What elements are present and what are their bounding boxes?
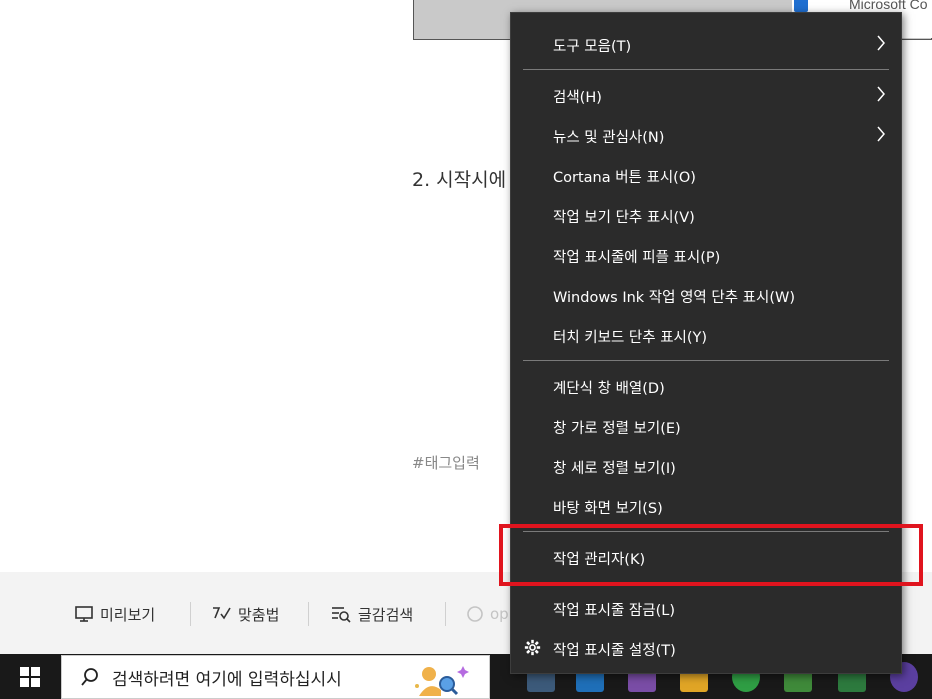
toolbar-divider [190, 602, 191, 626]
menu-item-stacked[interactable]: 창 가로 정렬 보기(E) [511, 408, 903, 444]
monitor-icon [75, 606, 93, 622]
windows-logo-icon [20, 666, 40, 687]
menu-item-label: 작업 보기 단추 표시(V) [553, 210, 695, 226]
search-highlight-icon [415, 666, 469, 696]
menu-item-cascade[interactable]: 계단식 창 배열(D) [511, 368, 903, 404]
image-caption: Microsoft Co [849, 0, 928, 12]
menu-item-taskbar-settings[interactable]: 작업 표시줄 설정(T) [511, 630, 903, 666]
menu-item-side-by-side[interactable]: 창 세로 정렬 보기(I) [511, 448, 903, 484]
spellcheck-icon [213, 607, 231, 620]
menu-item-toolbars[interactable]: 도구 모음(T) [511, 26, 903, 62]
chevron-right-icon [877, 35, 885, 51]
menu-item-label: 도구 모음(T) [553, 39, 632, 55]
menu-item-task-view[interactable]: 작업 보기 단추 표시(V) [511, 197, 903, 233]
chevron-right-icon [877, 126, 885, 142]
gear-icon [524, 639, 541, 656]
faded-circle-icon [467, 606, 483, 622]
menu-item-label: 작업 표시줄 설정(T) [553, 643, 676, 659]
menu-item-cortana[interactable]: Cortana 버튼 표시(O) [511, 157, 903, 193]
preview-button[interactable]: 미리보기 [74, 602, 155, 626]
search-placeholder: 검색하려면 여기에 입력하십시시 [112, 669, 342, 690]
menu-item-news[interactable]: 뉴스 및 관심사(N) [511, 117, 903, 153]
menu-separator [523, 360, 889, 361]
menu-item-label: 창 가로 정렬 보기(E) [553, 421, 681, 437]
menu-item-label: Windows Ink 작업 영역 단추 표시(W) [553, 290, 796, 306]
menu-item-label: 창 세로 정렬 보기(I) [553, 461, 676, 477]
menu-item-label: 계단식 창 배열(D) [553, 381, 665, 397]
document-heading[interactable]: 2. 시작시에 [412, 165, 506, 192]
menu-item-lock-taskbar[interactable]: 작업 표시줄 잠금(L) [511, 590, 903, 626]
menu-item-touch-keyboard[interactable]: 터치 키보드 단추 표시(Y) [511, 317, 903, 353]
chevron-right-icon [877, 86, 885, 102]
microsoft-logo-icon [794, 0, 808, 12]
task-manager-highlight [499, 524, 923, 586]
text-search-label: 글감검색 [358, 605, 414, 624]
menu-item-people[interactable]: 작업 표시줄에 피플 표시(P) [511, 237, 903, 273]
menu-item-windows-ink[interactable]: Windows Ink 작업 영역 단추 표시(W) [511, 277, 903, 313]
preview-label: 미리보기 [100, 605, 156, 624]
menu-item-label: 터치 키보드 단추 표시(Y) [553, 330, 708, 346]
menu-item-label: 검색(H) [553, 90, 602, 106]
menu-item-label: 작업 표시줄에 피플 표시(P) [553, 250, 721, 266]
menu-item-label: 바탕 화면 보기(S) [553, 501, 663, 517]
menu-item-label: 작업 표시줄 잠금(L) [553, 603, 675, 619]
taskbar-search-box[interactable]: 검색하려면 여기에 입력하십시시 [61, 655, 490, 699]
tag-input[interactable]: #태그입력 [412, 452, 480, 473]
search-icon [81, 668, 98, 686]
toolbar-divider [308, 602, 309, 626]
menu-item-show-desktop[interactable]: 바탕 화면 보기(S) [511, 488, 903, 524]
menu-separator [523, 69, 889, 70]
text-search-button[interactable]: 글감검색 [330, 602, 413, 626]
spellcheck-label: 맞춤법 [238, 605, 280, 624]
menu-item-label: 뉴스 및 관심사(N) [553, 130, 665, 146]
faded-tool-label: op [490, 605, 509, 623]
menu-item-search[interactable]: 검색(H) [511, 77, 903, 113]
faded-tool-button[interactable]: op [466, 602, 509, 626]
document-search-icon [332, 607, 351, 623]
spellcheck-button[interactable]: 맞춤법 [210, 602, 279, 626]
start-button[interactable] [0, 654, 60, 699]
toolbar-divider [445, 602, 446, 626]
menu-item-label: Cortana 버튼 표시(O) [553, 170, 696, 186]
